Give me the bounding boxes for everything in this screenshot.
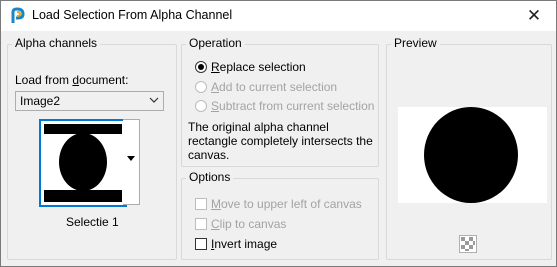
load-from-document-label: Load from document: bbox=[15, 73, 129, 87]
clip-to-canvas-label[interactable]: Clip to canvas bbox=[211, 217, 286, 231]
title-bar: Load Selection From Alpha Channel ✕ bbox=[1, 1, 556, 31]
channel-thumbnail[interactable] bbox=[39, 119, 127, 207]
subtract-from-selection-radio[interactable] bbox=[195, 100, 207, 112]
channel-thumbnail-image bbox=[44, 124, 122, 202]
close-icon: ✕ bbox=[526, 6, 542, 25]
add-to-selection-label[interactable]: Add to current selection bbox=[211, 80, 337, 94]
checkerboard-icon[interactable] bbox=[459, 235, 477, 253]
move-to-upper-left-label[interactable]: Move to upper left of canvas bbox=[211, 197, 362, 211]
invert-image-checkbox[interactable] bbox=[195, 238, 207, 250]
add-to-selection-radio[interactable] bbox=[195, 81, 207, 93]
operation-note-line-1: The original alpha channel bbox=[188, 120, 329, 134]
preview-circle bbox=[424, 107, 518, 203]
move-to-upper-left-checkbox[interactable] bbox=[195, 198, 207, 210]
invert-image-label[interactable]: Invert image bbox=[211, 237, 277, 251]
thumbnail-circle bbox=[59, 133, 107, 191]
close-button[interactable]: ✕ bbox=[512, 1, 556, 31]
operation-title: Operation bbox=[186, 36, 245, 50]
options-title: Options bbox=[186, 170, 234, 184]
subtract-from-selection-label[interactable]: Subtract from current selection bbox=[211, 99, 374, 113]
window-title: Load Selection From Alpha Channel bbox=[32, 8, 233, 22]
app-icon bbox=[11, 7, 25, 23]
triangle-down-icon bbox=[127, 156, 135, 161]
thumbnail-caption: Selectie 1 bbox=[66, 215, 119, 229]
operation-note-line-3: canvas. bbox=[188, 148, 230, 162]
preview-image bbox=[398, 107, 547, 203]
preview-title: Preview bbox=[391, 36, 440, 50]
clip-to-canvas-checkbox[interactable] bbox=[195, 218, 207, 230]
replace-selection-radio[interactable] bbox=[195, 61, 207, 73]
document-select[interactable]: Image2 bbox=[15, 91, 164, 111]
operation-note-line-2: rectangle completely intersects the bbox=[188, 134, 373, 148]
alpha-channels-title: Alpha channels bbox=[12, 36, 101, 50]
document-select-value: Image2 bbox=[20, 94, 61, 108]
replace-selection-label[interactable]: Replace selection bbox=[211, 60, 306, 74]
chevron-down-icon bbox=[149, 97, 159, 103]
dialog-window: Load Selection From Alpha Channel ✕ Alph… bbox=[0, 0, 557, 267]
channel-dropdown-button[interactable] bbox=[123, 119, 140, 205]
